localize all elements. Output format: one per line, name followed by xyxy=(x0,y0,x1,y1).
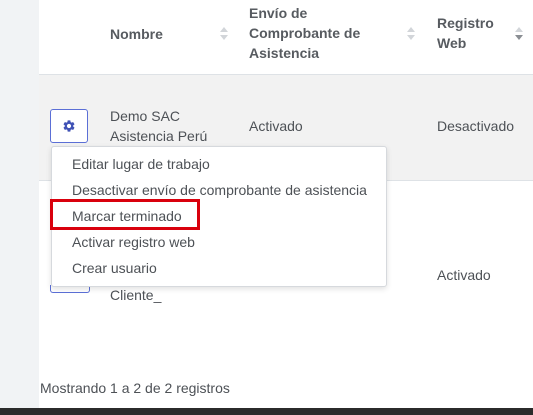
cell-registro-web: Activado xyxy=(437,267,491,283)
column-header-registro-web[interactable]: Registro Web xyxy=(437,13,494,53)
sort-both-icon[interactable] xyxy=(407,27,415,41)
highlight-box xyxy=(50,199,200,230)
column-header-envio-line2: Comprobante de xyxy=(249,25,361,41)
column-header-envio-line3: Asistencia xyxy=(249,45,320,61)
menu-item-crear-usuario[interactable]: Crear usuario xyxy=(72,258,157,278)
bottom-bar xyxy=(0,408,533,415)
menu-item-desactivar-envio[interactable]: Desactivar envío de comprobante de asist… xyxy=(72,180,367,200)
column-header-registro-line1: Registro xyxy=(437,15,494,31)
cell-nombre: Demo SAC Asistencia Perú xyxy=(110,106,207,146)
cell-registro-web: Desactivado xyxy=(437,118,515,134)
cell-envio: Activado xyxy=(249,118,303,134)
page-left-gutter xyxy=(0,0,38,408)
column-header-envio-line1: Envío de xyxy=(249,5,308,21)
table-info: Mostrando 1 a 2 de 2 registros xyxy=(40,380,230,396)
column-header-nombre[interactable]: Nombre xyxy=(110,24,163,44)
sort-both-icon[interactable] xyxy=(220,27,228,41)
row-actions-button[interactable] xyxy=(50,109,88,143)
menu-item-editar-lugar[interactable]: Editar lugar de trabajo xyxy=(72,154,210,174)
column-header-registro-line2: Web xyxy=(437,35,467,51)
cell-nombre-line2: Asistencia Perú xyxy=(110,128,208,144)
gear-icon xyxy=(63,120,75,132)
cell-nombre: Cliente_ xyxy=(110,287,162,303)
cell-nombre-line1: Demo SAC xyxy=(110,108,181,124)
sort-desc-icon[interactable] xyxy=(515,27,523,41)
column-header-envio[interactable]: Envío de Comprobante de Asistencia xyxy=(249,3,360,63)
menu-item-activar-registro-web[interactable]: Activar registro web xyxy=(72,232,195,252)
